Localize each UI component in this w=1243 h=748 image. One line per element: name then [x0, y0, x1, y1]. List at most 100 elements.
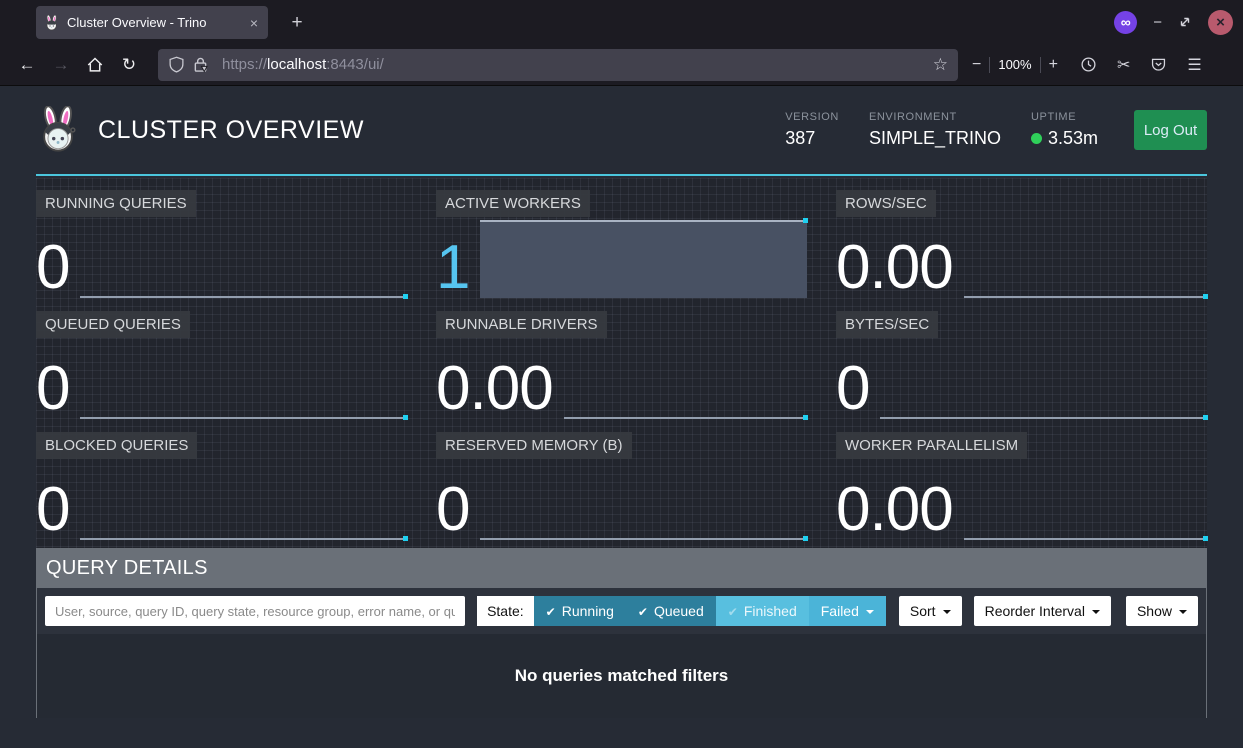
sort-dropdown[interactable]: Sort [899, 596, 962, 626]
toolbar-icons: ✂ ☰ [1080, 55, 1202, 75]
stat-value: 0.00 [836, 481, 953, 540]
sparkline [80, 460, 407, 540]
divider [1040, 57, 1041, 73]
uptime-label: UPTIME [1031, 111, 1098, 123]
stat-label: RUNNING QUERIES [36, 190, 196, 217]
stat-card-active-workers: ACTIVE WORKERS 1 [436, 188, 807, 298]
window-controls: ∞ − × [1114, 0, 1233, 44]
stat-card-blocked-queries: BLOCKED QUERIES 0 [36, 430, 407, 540]
chevron-down-icon [1092, 610, 1100, 614]
stat-value: 0 [36, 239, 69, 298]
logout-button[interactable]: Log Out [1134, 110, 1207, 150]
url-scheme: https:// [222, 56, 267, 73]
environment-value: SIMPLE_TRINO [869, 128, 1001, 149]
stat-card-reserved-memory: RESERVED MEMORY (B) 0 [436, 430, 807, 540]
environment-label: ENVIRONMENT [869, 111, 1001, 123]
trino-cluster-overview-page: CLUSTER OVERVIEW VERSION 387 ENVIRONMENT… [0, 86, 1243, 747]
cluster-stats-grid: RUNNING QUERIES 0 ACTIVE WORKERS 1 ROWS/… [36, 178, 1207, 548]
stat-value: 0.00 [836, 239, 953, 298]
reload-icon[interactable]: ↻ [112, 55, 146, 75]
stat-label: ACTIVE WORKERS [436, 190, 590, 217]
sparkline [964, 460, 1207, 540]
state-filter-finished[interactable]: ✔Finished [716, 596, 809, 626]
sparkline [80, 218, 407, 298]
sparkline [564, 339, 807, 419]
stat-value: 0 [436, 481, 469, 540]
private-browsing-icon: ∞ [1114, 11, 1137, 34]
page-title: CLUSTER OVERVIEW [98, 116, 785, 145]
state-filter-label: State: [477, 596, 534, 626]
trino-logo-icon [36, 106, 82, 154]
restore-button[interactable] [1178, 15, 1192, 29]
browser-tab[interactable]: Cluster Overview - Trino × [36, 6, 268, 39]
query-filter-toolbar: State: ✔Running ✔Queued ✔Finished Failed… [37, 588, 1206, 634]
chevron-down-icon [1179, 610, 1187, 614]
zoom-level[interactable]: 100% [998, 57, 1031, 72]
stat-card-rows-per-sec: ROWS/SEC 0.00 [836, 188, 1207, 298]
stat-label: RUNNABLE DRIVERS [436, 311, 607, 338]
home-icon[interactable] [78, 56, 112, 74]
close-window-button[interactable]: × [1208, 10, 1233, 35]
bookmark-star-icon[interactable]: ☆ [933, 55, 948, 75]
url-text[interactable]: https://localhost:8443/ui/ [222, 56, 925, 73]
stat-card-runnable-drivers: RUNNABLE DRIVERS 0.00 [436, 309, 807, 419]
tab-title: Cluster Overview - Trino [67, 15, 241, 30]
uptime-value: 3.53m [1048, 128, 1098, 149]
state-filter-failed-dropdown[interactable]: Failed [809, 596, 886, 626]
chevron-down-icon [943, 610, 951, 614]
history-clock-icon[interactable] [1080, 56, 1097, 73]
uptime-info: UPTIME 3.53m [1031, 111, 1098, 149]
stat-label: BLOCKED QUERIES [36, 432, 197, 459]
mask-glyph: ∞ [1121, 14, 1131, 30]
forward-icon[interactable]: → [44, 55, 78, 75]
query-search-input[interactable] [45, 596, 465, 626]
sparkline [880, 339, 1207, 419]
shield-icon[interactable] [168, 56, 185, 73]
stat-label: RESERVED MEMORY (B) [436, 432, 632, 459]
menu-icon[interactable]: ☰ [1187, 55, 1201, 75]
zoom-controls: − 100% + [972, 56, 1058, 74]
reorder-interval-dropdown[interactable]: Reorder Interval [974, 596, 1111, 626]
sparkline [480, 220, 807, 298]
sparkline [964, 218, 1207, 298]
lock-warning-icon[interactable] [193, 56, 208, 73]
trino-favicon-icon [44, 15, 60, 31]
state-filter-queued[interactable]: ✔Queued [626, 596, 716, 626]
check-icon: ✔ [728, 605, 738, 619]
show-dropdown[interactable]: Show [1126, 596, 1198, 626]
zoom-out-icon[interactable]: − [972, 56, 981, 74]
browser-window: Cluster Overview - Trino × + ∞ − × ← → ↻ [0, 0, 1243, 86]
stat-label: BYTES/SEC [836, 311, 938, 338]
check-icon: ✔ [638, 605, 648, 619]
stat-value: 0 [36, 360, 69, 419]
url-bar[interactable]: https://localhost:8443/ui/ ☆ [158, 49, 958, 81]
version-info: VERSION 387 [785, 111, 839, 149]
query-details-header: QUERY DETAILS [36, 548, 1207, 588]
state-filter-running[interactable]: ✔Running [534, 596, 626, 626]
zoom-in-icon[interactable]: + [1049, 56, 1058, 74]
divider [989, 57, 990, 73]
stat-card-running-queries: RUNNING QUERIES 0 [36, 188, 407, 298]
pocket-icon[interactable] [1150, 56, 1167, 73]
url-path: :8443/ui/ [326, 56, 384, 73]
state-filter-group: State: ✔Running ✔Queued ✔Finished Failed [477, 596, 886, 626]
minimize-button[interactable]: − [1153, 14, 1162, 31]
back-icon[interactable]: ← [10, 55, 44, 75]
sparkline [480, 460, 807, 540]
screenshot-icon[interactable]: ✂ [1117, 55, 1130, 75]
version-value: 387 [785, 128, 839, 149]
page-header: CLUSTER OVERVIEW VERSION 387 ENVIRONMENT… [36, 86, 1207, 176]
stat-card-bytes-per-sec: BYTES/SEC 0 [836, 309, 1207, 419]
new-tab-button[interactable]: + [284, 10, 310, 36]
environment-info: ENVIRONMENT SIMPLE_TRINO [869, 111, 1001, 149]
stat-card-queued-queries: QUEUED QUERIES 0 [36, 309, 407, 419]
tab-bar: Cluster Overview - Trino × + ∞ − × [0, 0, 1243, 44]
stat-label: QUEUED QUERIES [36, 311, 190, 338]
stat-value: 0 [836, 360, 869, 419]
tab-close-icon[interactable]: × [248, 15, 260, 31]
stat-value: 1 [436, 239, 469, 298]
empty-queries-message: No queries matched filters [37, 634, 1206, 686]
chevron-down-icon [866, 610, 874, 614]
navigation-toolbar: ← → ↻ https://localhost:8443/ui/ [0, 44, 1243, 86]
query-details-panel: State: ✔Running ✔Queued ✔Finished Failed… [36, 588, 1207, 718]
